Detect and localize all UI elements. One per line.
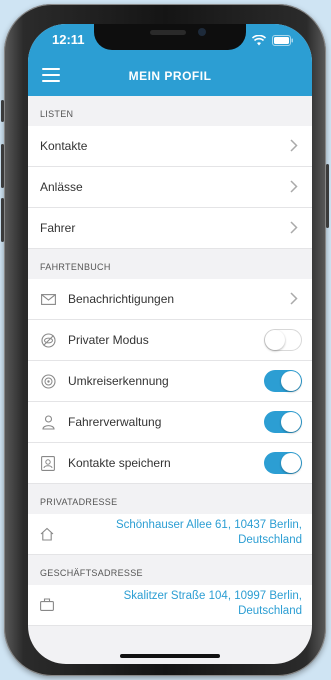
chevron-right-icon (290, 139, 298, 152)
chevron-right-icon (290, 221, 298, 234)
briefcase-icon (40, 598, 54, 616)
address-line: Schönhauser Allee 61, 10437 Berlin, (115, 519, 302, 531)
list-item-label: Fahrer (40, 221, 76, 235)
home-icon (40, 527, 54, 546)
address-line: Deutschland (238, 534, 302, 546)
status-time: 12:11 (52, 32, 85, 47)
geschaeftsadresse-row[interactable]: Skalitzer Straße 104, 10997 Berlin, Deut… (28, 585, 312, 626)
kontakte-speichern-toggle[interactable] (264, 452, 302, 474)
geschaeftsadresse-value: Skalitzer Straße 104, 10997 Berlin, Deut… (82, 589, 302, 619)
section-heading-geschaeftsadresse: GESCHÄFTSADRESSE (28, 555, 312, 585)
list-item-fahrer[interactable]: Fahrer (28, 208, 312, 249)
list-item-fahrerverwaltung: Fahrerverwaltung (28, 402, 312, 443)
list-item-umkreiserkennung: Umkreiserkennung (28, 361, 312, 402)
list-item-label: Kontakte (40, 139, 88, 153)
list-item-anlaesse[interactable]: Anlässe (28, 167, 312, 208)
speaker-grille (150, 30, 186, 35)
list-item-kontakte[interactable]: Kontakte (28, 126, 312, 167)
battery-icon (272, 33, 294, 51)
list-item-label: Fahrerverwaltung (68, 415, 162, 429)
address-line: Deutschland (238, 605, 302, 617)
volume-down-button (1, 198, 4, 242)
section-heading-privatadresse: PRIVATADRESSE (28, 484, 312, 514)
envelope-icon (40, 291, 56, 307)
chevron-right-icon (290, 180, 298, 193)
status-icons (251, 33, 294, 51)
list-item-privater-modus: Privater Modus (28, 320, 312, 361)
home-indicator[interactable] (120, 654, 220, 658)
list-item-benachrichtigungen[interactable]: Benachrichtigungen (28, 279, 312, 320)
eye-off-icon (40, 332, 56, 348)
notch (94, 24, 246, 50)
app-header: MEIN PROFIL (28, 56, 312, 96)
privater-modus-toggle[interactable] (264, 329, 302, 351)
contact-card-icon (40, 455, 56, 471)
list-item-label: Umkreiserkennung (68, 374, 169, 388)
wifi-icon (251, 33, 267, 51)
list-item-label: Benachrichtigungen (68, 292, 175, 306)
privatadresse-value: Schönhauser Allee 61, 10437 Berlin, Deut… (82, 518, 302, 548)
profile-content: LISTEN Kontakte Anlässe Fahrer FAHRTENBU… (28, 96, 312, 626)
list-item-label: Anlässe (40, 180, 83, 194)
section-heading-listen: LISTEN (28, 96, 312, 126)
front-camera (198, 28, 206, 36)
list-item-kontakte-speichern: Kontakte speichern (28, 443, 312, 484)
list-item-label: Privater Modus (68, 333, 149, 347)
phone-frame: 12:11 MEIN PROFIL LISTEN Kontakte Anläss… (1, 4, 329, 676)
person-icon (40, 414, 56, 430)
privatadresse-row[interactable]: Schönhauser Allee 61, 10437 Berlin, Deut… (28, 514, 312, 555)
umkreiserkennung-toggle[interactable] (264, 370, 302, 392)
chevron-right-icon (290, 292, 298, 305)
radar-icon (40, 373, 56, 389)
status-bar: 12:11 (28, 24, 312, 56)
power-button (326, 164, 329, 228)
address-line: Skalitzer Straße 104, 10997 Berlin, (123, 590, 302, 602)
fahrerverwaltung-toggle[interactable] (264, 411, 302, 433)
section-heading-fahrtenbuch: FAHRTENBUCH (28, 249, 312, 279)
page-title: MEIN PROFIL (128, 69, 212, 83)
phone-screen: 12:11 MEIN PROFIL LISTEN Kontakte Anläss… (28, 24, 312, 664)
volume-up-button (1, 144, 4, 188)
list-item-label: Kontakte speichern (68, 456, 171, 470)
mute-switch (1, 100, 4, 122)
